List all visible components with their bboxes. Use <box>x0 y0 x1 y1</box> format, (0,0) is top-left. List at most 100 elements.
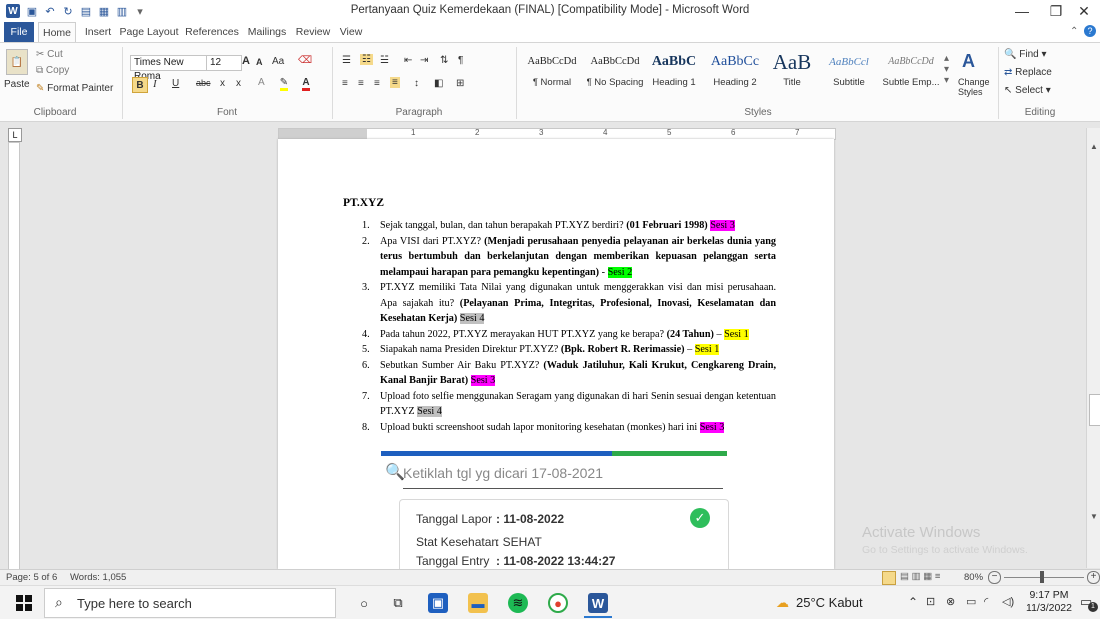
close-button[interactable]: ✕ <box>1062 0 1100 22</box>
question-text: Siapakah nama Presiden Direktur PT.XYZ? <box>380 344 561 355</box>
format-painter-button[interactable]: ✎ Format Painter <box>36 83 113 94</box>
tab-review[interactable]: Review <box>294 22 332 42</box>
change-styles-icon[interactable]: A <box>962 51 975 72</box>
subscript-button[interactable]: x <box>220 78 225 89</box>
weather-text[interactable]: 25°C Kabut <box>796 595 863 610</box>
zoom-slider[interactable] <box>1004 577 1084 578</box>
paste-icon[interactable]: 📋 <box>6 49 28 75</box>
zoom-level[interactable]: 80% <box>964 572 983 583</box>
copy-button[interactable]: ⧉ Copy <box>36 65 69 76</box>
vertical-scrollbar[interactable]: ▲ ▼ <box>1086 128 1100 568</box>
superscript-button[interactable]: x <box>236 78 241 89</box>
tray-overflow-icon[interactable]: ⌃ <box>908 595 918 609</box>
tab-insert[interactable]: Insert <box>82 22 114 42</box>
clear-formatting-icon[interactable]: ⌫ <box>298 55 312 66</box>
bullets-icon[interactable]: ☰ <box>342 55 351 66</box>
grow-font-button[interactable]: A <box>242 55 250 67</box>
zoom-out-icon[interactable]: − <box>988 571 1001 584</box>
align-left-icon[interactable]: ≡ <box>342 78 348 89</box>
file-explorer-icon[interactable]: ▬ <box>468 593 488 613</box>
question-item: 4. Pada tahun 2022, PT.XYZ merayakan HUT … <box>362 327 776 343</box>
network-icon[interactable]: ⊗ <box>946 595 955 608</box>
page-count[interactable]: Page: 5 of 6 <box>6 572 57 583</box>
tab-view[interactable]: View <box>336 22 366 42</box>
decrease-indent-icon[interactable]: ⇤ <box>404 55 412 66</box>
font-size-select[interactable]: 12 <box>206 55 242 71</box>
underline-button[interactable]: U <box>172 78 179 89</box>
tab-home[interactable]: Home <box>38 22 76 43</box>
style-heading-1[interactable]: AaBbC Heading 1 <box>646 51 702 88</box>
tab-page-layout[interactable]: Page Layout <box>118 22 180 42</box>
style-heading-2[interactable]: AaBbCc Heading 2 <box>704 51 766 88</box>
change-case-button[interactable]: Aa <box>272 56 284 67</box>
increase-indent-icon[interactable]: ⇥ <box>420 55 428 66</box>
style-title[interactable]: AaB Title <box>768 51 816 88</box>
find-button[interactable]: 🔍 Find ▾ <box>1004 49 1047 60</box>
scroll-down-icon[interactable]: ▼ <box>1090 512 1098 521</box>
numbering-icon[interactable]: ☷ <box>360 54 373 65</box>
chrome-icon[interactable]: ● <box>548 593 568 613</box>
align-center-icon[interactable]: ≡ <box>358 78 364 89</box>
wifi-icon[interactable]: ◜ <box>984 595 988 608</box>
bold-button[interactable]: B <box>132 77 148 93</box>
clock[interactable]: 9:17 PM 11/3/2022 <box>1024 589 1074 615</box>
question-item: 5. Siapakah nama Presiden Direktur PT.XYZ… <box>362 342 776 358</box>
shrink-font-button[interactable]: A <box>256 57 263 67</box>
font-color-icon[interactable]: A <box>298 77 314 91</box>
scroll-up-icon[interactable]: ▲ <box>1090 142 1098 151</box>
windows-start-icon[interactable] <box>16 595 32 611</box>
tray-app-icon[interactable]: ⊡ <box>926 595 935 608</box>
word-taskbar-icon[interactable]: W <box>588 593 608 613</box>
cortana-icon[interactable]: ○ <box>354 593 374 613</box>
store-icon[interactable]: ▣ <box>428 593 448 613</box>
change-styles-button[interactable]: Change Styles <box>958 77 990 97</box>
style-no-spacing[interactable]: AaBbCcDd ¶ No Spacing <box>584 51 646 88</box>
paragraph-group-label: Paragraph <box>395 107 443 118</box>
cut-button[interactable]: ✂ Cut <box>36 49 63 60</box>
print-layout-icon[interactable] <box>882 571 896 585</box>
line-spacing-icon[interactable]: ↕ <box>414 78 419 89</box>
vertical-ruler[interactable] <box>8 142 20 570</box>
scrollbar-thumb[interactable] <box>1089 394 1100 426</box>
battery-icon[interactable]: ▭ <box>966 595 976 608</box>
tab-references[interactable]: References <box>184 22 240 42</box>
word-count[interactable]: Words: 1,055 <box>70 572 126 583</box>
zoom-in-icon[interactable]: + <box>1087 571 1100 584</box>
show-hide-marks-button[interactable]: ¶ <box>458 55 463 66</box>
text-effects-icon[interactable]: A <box>258 77 265 88</box>
borders-icon[interactable]: ⊞ <box>456 78 464 89</box>
collapse-ribbon-icon[interactable]: ⌃ <box>1070 26 1078 37</box>
select-button[interactable]: ↖ Select ▾ <box>1004 85 1051 96</box>
align-right-icon[interactable]: ≡ <box>374 78 380 89</box>
sort-icon[interactable]: ⇅ <box>440 55 448 66</box>
highlight-color-icon[interactable]: ✎ <box>276 77 292 91</box>
tab-mailings[interactable]: Mailings <box>244 22 290 42</box>
replace-button[interactable]: ⇄ Replace <box>1004 67 1052 78</box>
strikethrough-button[interactable]: abc <box>196 78 211 88</box>
shading-icon[interactable]: ◧ <box>434 78 443 89</box>
style-subtitle[interactable]: AaBbCcl Subtitle <box>820 51 878 88</box>
zoom-slider-thumb[interactable] <box>1040 571 1044 583</box>
font-name-select[interactable]: Times New Roma <box>130 55 208 82</box>
document-page[interactable]: PT.XYZ 1. Sejak tanggal, bulan, dan tahun… <box>278 139 834 570</box>
spotify-icon[interactable]: ≋ <box>508 593 528 613</box>
answer-text: (24 Tahun) <box>666 328 714 340</box>
paste-button[interactable]: Paste <box>4 79 30 90</box>
cut-label: Cut <box>47 49 63 60</box>
styles-group-label: Styles <box>744 107 772 118</box>
weather-icon[interactable]: ☁ <box>776 595 789 611</box>
volume-icon[interactable]: ◁) <box>1002 595 1014 608</box>
ribbon: 📋 Paste ✂ Cut ⧉ Copy ✎ Format Painter Cl… <box>0 42 1100 122</box>
help-icon[interactable]: ? <box>1084 25 1096 37</box>
tab-selector[interactable]: L <box>8 128 22 142</box>
view-mode-icons[interactable]: ▤ ▥ ▦ ≡ <box>900 571 940 582</box>
style-normal[interactable]: AaBbCcDd ¶ Normal <box>522 51 582 88</box>
styles-scroll-icon[interactable]: ▴ ▾ ▾ <box>944 53 949 86</box>
taskbar-search-box[interactable]: ⌕ Type here to search <box>44 588 336 618</box>
justify-icon[interactable]: ≡ <box>390 77 400 88</box>
style-subtle-emphasis[interactable]: AaBbCcDd Subtle Emp... <box>882 51 940 88</box>
task-view-icon[interactable]: ⧉ <box>388 593 408 613</box>
tab-file[interactable]: File <box>4 22 34 42</box>
multilevel-list-icon[interactable]: ☱ <box>380 55 389 66</box>
italic-button[interactable]: I <box>153 78 157 90</box>
